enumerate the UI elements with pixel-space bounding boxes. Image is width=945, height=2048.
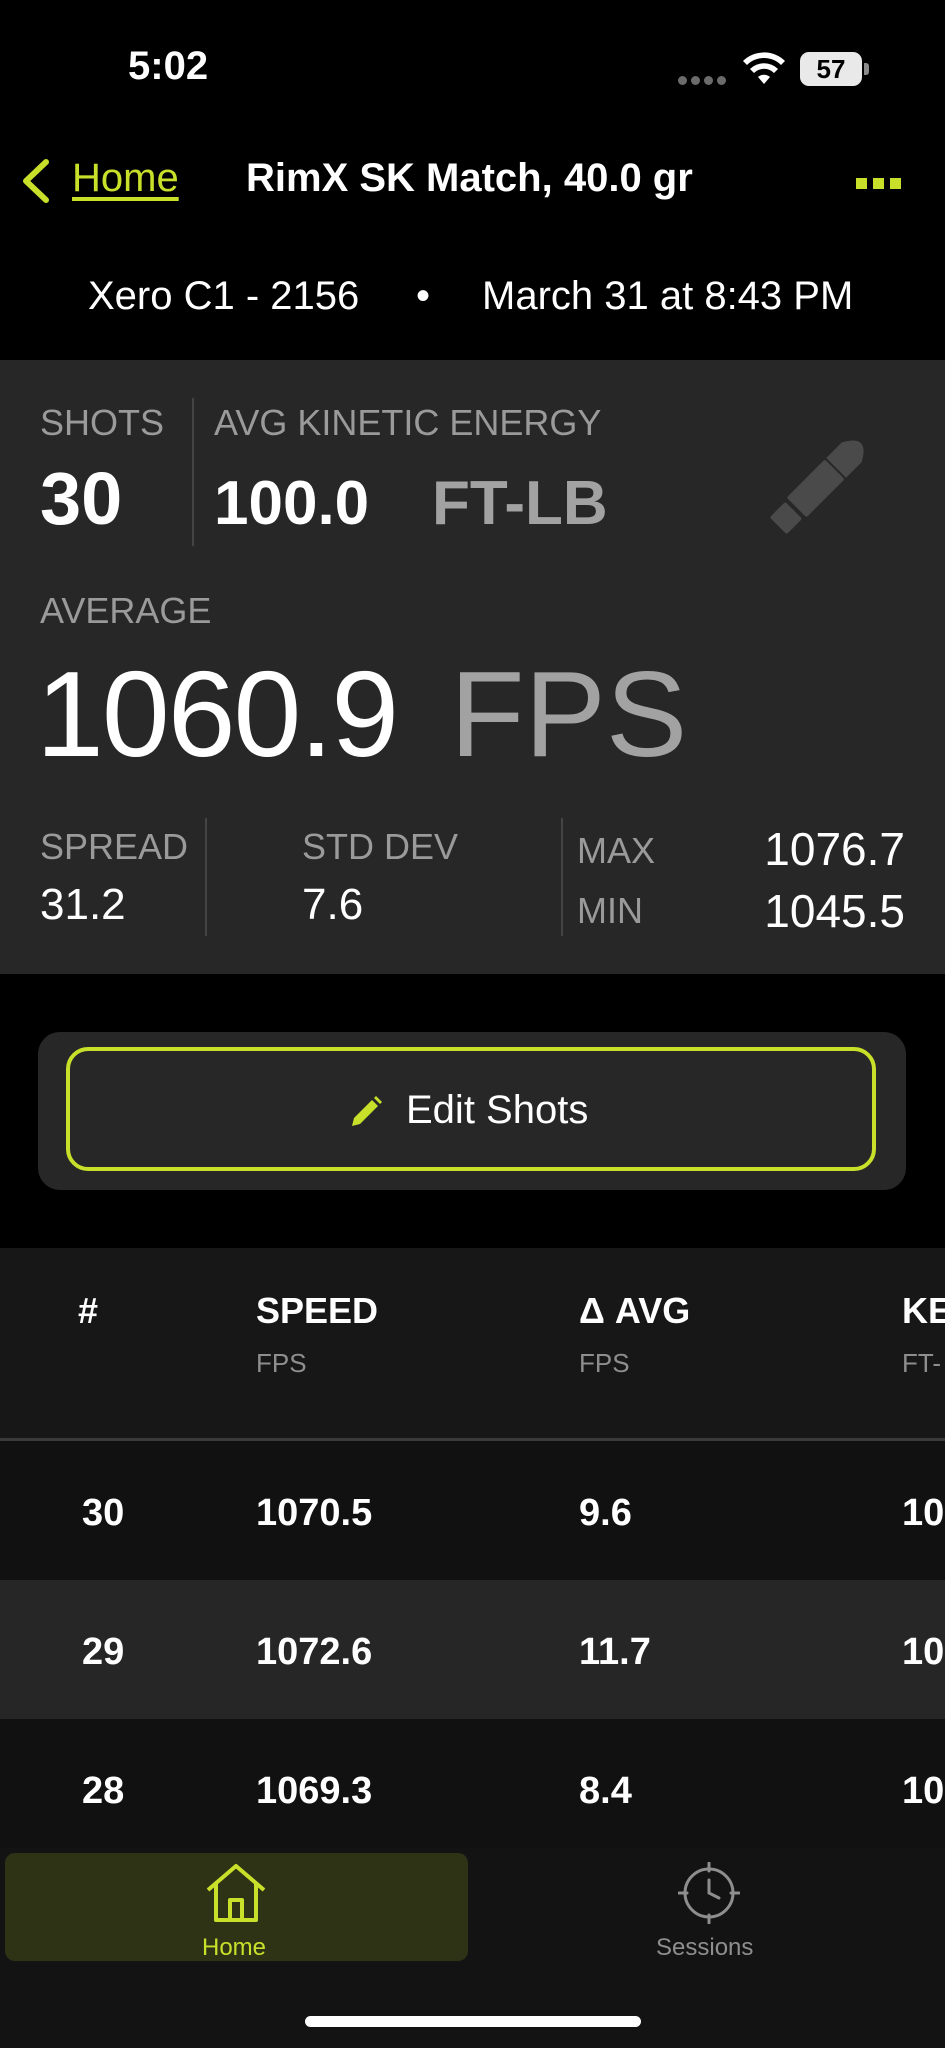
min-label: MIN	[577, 890, 643, 931]
table-row[interactable]	[0, 1580, 945, 1719]
page-title: RimX SK Match, 40.0 gr	[246, 156, 693, 200]
kinetic-energy-label: AVG KINETIC ENERGY	[214, 402, 602, 443]
pencil-icon	[348, 1094, 384, 1135]
column-header-delta: Δ AVG	[579, 1290, 691, 1331]
more-options-icon[interactable]	[856, 176, 907, 194]
min-value: 1045.5	[764, 885, 905, 937]
session-date: March 31 at 8:43 PM	[482, 274, 854, 318]
back-chevron-icon[interactable]	[18, 158, 52, 209]
spread-label: SPREAD	[40, 826, 189, 867]
std-dev-value: 7.6	[302, 880, 364, 929]
divider	[205, 818, 207, 936]
row-delta: 9.6	[579, 1492, 632, 1534]
row-ke: 10	[902, 1770, 945, 1812]
column-unit-ke: FT-	[902, 1348, 941, 1378]
shots-value: 30	[40, 457, 123, 540]
average-value: 1060.9	[36, 646, 399, 782]
kinetic-energy-unit: FT-LB	[432, 469, 608, 538]
battery-tip	[864, 63, 869, 75]
row-delta: 8.4	[579, 1770, 632, 1812]
row-number: 28	[82, 1770, 125, 1812]
row-delta: 11.7	[579, 1631, 651, 1673]
device-name: Xero C1 - 2156	[88, 274, 360, 318]
divider	[561, 818, 563, 936]
max-label: MAX	[577, 830, 656, 871]
row-number: 29	[82, 1631, 125, 1673]
tab-home-label[interactable]: Home	[202, 1934, 266, 1962]
home-icon[interactable]	[204, 1862, 268, 1929]
average-label: AVERAGE	[40, 590, 212, 631]
row-ke: 10	[902, 1631, 945, 1673]
battery-icon: 57	[800, 52, 862, 86]
table-row[interactable]	[0, 1441, 945, 1580]
table-row[interactable]	[0, 1719, 945, 1858]
column-header-ke: KE	[902, 1290, 945, 1331]
column-header-speed: SPEED	[256, 1290, 379, 1331]
column-header-number: #	[78, 1290, 99, 1331]
home-indicator	[305, 2016, 641, 2027]
average-unit: FPS	[450, 646, 688, 782]
row-number: 30	[82, 1492, 125, 1534]
back-button[interactable]: Home	[72, 156, 179, 201]
edit-shots-label[interactable]: Edit Shots	[406, 1088, 588, 1133]
row-speed: 1070.5	[256, 1492, 373, 1534]
cellular-signal-icon	[678, 72, 730, 90]
status-time: 5:02	[128, 44, 209, 88]
std-dev-label: STD DEV	[302, 826, 459, 867]
crosshair-clock-icon[interactable]	[677, 1861, 741, 1929]
column-unit-delta: FPS	[579, 1348, 630, 1378]
bullet-icon	[752, 412, 892, 557]
row-speed: 1069.3	[256, 1770, 373, 1812]
wifi-icon	[742, 52, 786, 91]
table-header	[0, 1248, 945, 1438]
separator-dot: •	[416, 274, 431, 318]
column-unit-speed: FPS	[256, 1348, 307, 1378]
row-ke: 10	[902, 1492, 945, 1534]
shots-label: SHOTS	[40, 402, 165, 443]
spread-value: 31.2	[40, 880, 126, 929]
kinetic-energy-value: 100.0	[214, 469, 370, 538]
tab-sessions-label[interactable]: Sessions	[656, 1934, 753, 1962]
max-value: 1076.7	[764, 823, 905, 875]
row-speed: 1072.6	[256, 1631, 373, 1673]
divider	[192, 398, 194, 546]
